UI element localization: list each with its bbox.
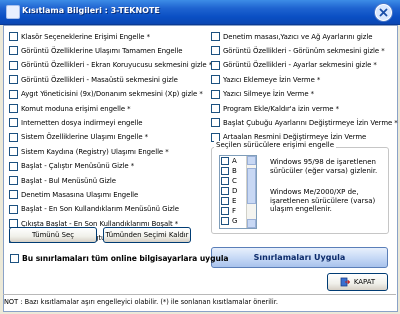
drive-letter: E <box>232 197 237 205</box>
right-option-row[interactable]: Program Ekle/Kaldır'a izin verme * <box>211 102 339 115</box>
apply-restrictions-button[interactable]: Sınırlamaları Uygula <box>211 247 388 268</box>
option-label: Görüntü Özellikleri - Ekran Koruyucusu s… <box>21 61 213 70</box>
option-label: Sistem Özelliklerine Ulaşımı Engelle * <box>21 133 149 142</box>
drive-list[interactable]: ABCDEFG <box>219 155 257 229</box>
drive-checkbox[interactable] <box>221 217 229 225</box>
option-label: Denetim Masasına Ulaşımı Engelle <box>21 190 139 199</box>
footer-note: NOT : Bazı kısıtlamalar aşırı engelleyic… <box>4 298 278 306</box>
drive-letter: D <box>232 187 238 195</box>
drive-checkbox[interactable] <box>221 157 229 165</box>
option-checkbox[interactable] <box>9 46 18 56</box>
apply-all-row[interactable]: Bu sınırlamaları tüm online bilgisayarla… <box>10 252 229 265</box>
kapat-label: KAPAT <box>353 278 376 286</box>
right-option-row[interactable]: Görüntü Özellikleri - Ayarlar sekmesini … <box>211 59 377 72</box>
drive-group-title: Seçilen sürücülere erişimi engelle <box>214 141 337 149</box>
option-checkbox[interactable] <box>211 60 220 70</box>
option-checkbox[interactable] <box>211 89 220 99</box>
app-icon <box>6 5 20 19</box>
info-winme: Windows Me/2000/XP de, işaretlenen sürüc… <box>270 188 376 213</box>
option-checkbox[interactable] <box>9 190 18 200</box>
option-checkbox[interactable] <box>9 75 18 85</box>
option-label: Görüntü Özellikleri - Görünüm sekmesini … <box>223 46 385 55</box>
drive-letter: C <box>232 177 237 185</box>
option-label: Başlat - Bul Menüsünü Gizle <box>21 176 116 185</box>
door-exit-icon <box>340 277 350 287</box>
apply-all-label: Bu sınırlamaları tüm online bilgisayarla… <box>22 254 229 263</box>
option-label: Denetim masası,Yazıcı ve Ağ Ayarlarını g… <box>223 32 373 41</box>
left-option-row[interactable]: Görüntü Özellikleri - Masaüstü sekmesini… <box>9 73 178 86</box>
option-checkbox[interactable] <box>9 204 18 214</box>
option-checkbox[interactable] <box>211 46 220 56</box>
scroll-up-arrow[interactable] <box>247 156 256 165</box>
drive-checkbox[interactable] <box>221 197 229 205</box>
option-label: Yazıcı Eklemeye İzin Verme * <box>223 75 321 84</box>
drive-letter: F <box>232 207 237 215</box>
drive-checkbox[interactable] <box>221 207 229 215</box>
close-window-button[interactable] <box>375 4 392 21</box>
kapat-button[interactable]: KAPAT <box>327 273 388 291</box>
drive-letter: A <box>232 157 237 165</box>
left-option-row[interactable]: Sistem Kaydına (Registry) Ulaşımı Engell… <box>9 145 169 158</box>
left-option-row[interactable]: Klasör Seçeneklerine Erişimi Engelle * <box>9 30 150 43</box>
option-label: Başlat - En Son Kullandıklarım Menüsünü … <box>21 205 179 214</box>
drive-list-scrollbar[interactable] <box>246 156 256 228</box>
scroll-thumb[interactable] <box>247 168 256 204</box>
option-checkbox[interactable] <box>211 75 220 85</box>
apply-all-checkbox[interactable] <box>10 254 19 263</box>
option-label: Başlat Çubuğu Ayarlarını Değiştirmeye İz… <box>223 118 398 127</box>
window-title: Kısıtlama Bilgileri : 3-TEKNOTE <box>22 6 160 15</box>
select-all-button[interactable]: Tümünü Seç <box>9 227 97 243</box>
option-checkbox[interactable] <box>9 32 18 41</box>
option-label: Klasör Seçeneklerine Erişimi Engelle * <box>21 32 150 41</box>
left-option-row[interactable]: Başlat - Bul Menüsünü Gizle <box>9 174 116 187</box>
left-option-row[interactable]: Başlat - Çalıştır Menüsünü Gizle * <box>9 160 134 173</box>
option-checkbox[interactable] <box>9 176 18 185</box>
left-option-row[interactable]: Aygıt Yöneticisini (9x)/Donanım sekmesin… <box>9 88 203 101</box>
right-option-row[interactable]: Yazıcı Eklemeye İzin Verme * <box>211 73 320 86</box>
option-checkbox[interactable] <box>9 161 18 171</box>
left-option-row[interactable]: Sistem Özelliklerine Ulaşımı Engelle * <box>9 131 148 144</box>
option-label: Internetten dosya indirmeyi engelle <box>21 118 143 127</box>
option-label: Görüntü Özellikleri - Masaüstü sekmesini… <box>21 75 178 84</box>
left-option-row[interactable]: Komut moduna erişimi engelle * <box>9 102 131 115</box>
left-option-row[interactable]: Başlat - En Son Kullandıklarım Menüsünü … <box>9 203 179 216</box>
left-option-row[interactable]: Görüntü Özelliklerine Ulaşımı Tamamen En… <box>9 44 183 57</box>
option-checkbox[interactable] <box>211 32 220 41</box>
drive-checkbox[interactable] <box>221 187 229 195</box>
drive-letter: G <box>232 217 238 225</box>
close-icon <box>379 8 388 17</box>
option-checkbox[interactable] <box>9 104 18 113</box>
right-option-row[interactable]: Denetim masası,Yazıcı ve Ağ Ayarlarını g… <box>211 30 372 43</box>
option-checkbox[interactable] <box>9 132 18 142</box>
right-option-row[interactable]: Görüntü Özellikleri - Görünüm sekmesini … <box>211 44 385 57</box>
option-checkbox[interactable] <box>9 89 18 99</box>
option-checkbox[interactable] <box>211 118 220 128</box>
option-label: Başlat - Çalıştır Menüsünü Gizle * <box>21 162 135 171</box>
option-label: Sistem Kaydına (Registry) Ulaşımı Engell… <box>21 147 169 156</box>
option-checkbox[interactable] <box>9 118 18 128</box>
drive-checkbox[interactable] <box>221 167 229 175</box>
option-label: Aygıt Yöneticisini (9x)/Donanım sekmesin… <box>21 90 203 99</box>
option-label: Program Ekle/Kaldır'a izin verme * <box>223 104 339 113</box>
option-label: Yazıcı Silmeye İzin Verme * <box>223 90 315 99</box>
info-win9x: Windows 95/98 de işaretlenen sürücüler (… <box>270 158 378 175</box>
left-option-row[interactable]: Denetim Masasına Ulaşımı Engelle <box>9 188 138 201</box>
option-checkbox[interactable] <box>9 60 18 70</box>
title-bar: Kısıtlama Bilgileri : 3-TEKNOTE <box>0 0 400 25</box>
option-checkbox[interactable] <box>211 104 220 113</box>
clear-selection-button[interactable]: Tümünden Seçimi Kaldır <box>103 227 191 243</box>
footer-divider <box>3 294 396 295</box>
option-checkbox[interactable] <box>9 147 18 157</box>
drive-letter: B <box>232 167 237 175</box>
left-option-row[interactable]: Internetten dosya indirmeyi engelle <box>9 116 143 129</box>
drive-checkbox[interactable] <box>221 177 229 185</box>
scroll-down-arrow[interactable] <box>247 219 256 228</box>
option-label: Görüntü Özelliklerine Ulaşımı Tamamen En… <box>21 46 183 55</box>
right-option-row[interactable]: Başlat Çubuğu Ayarlarını Değiştirmeye İz… <box>211 116 398 129</box>
option-label: Görüntü Özellikleri - Ayarlar sekmesini … <box>223 61 377 70</box>
left-option-row[interactable]: Görüntü Özellikleri - Ekran Koruyucusu s… <box>9 59 212 72</box>
right-option-row[interactable]: Yazıcı Silmeye İzin Verme * <box>211 88 314 101</box>
option-label: Komut moduna erişimi engelle * <box>21 104 131 113</box>
